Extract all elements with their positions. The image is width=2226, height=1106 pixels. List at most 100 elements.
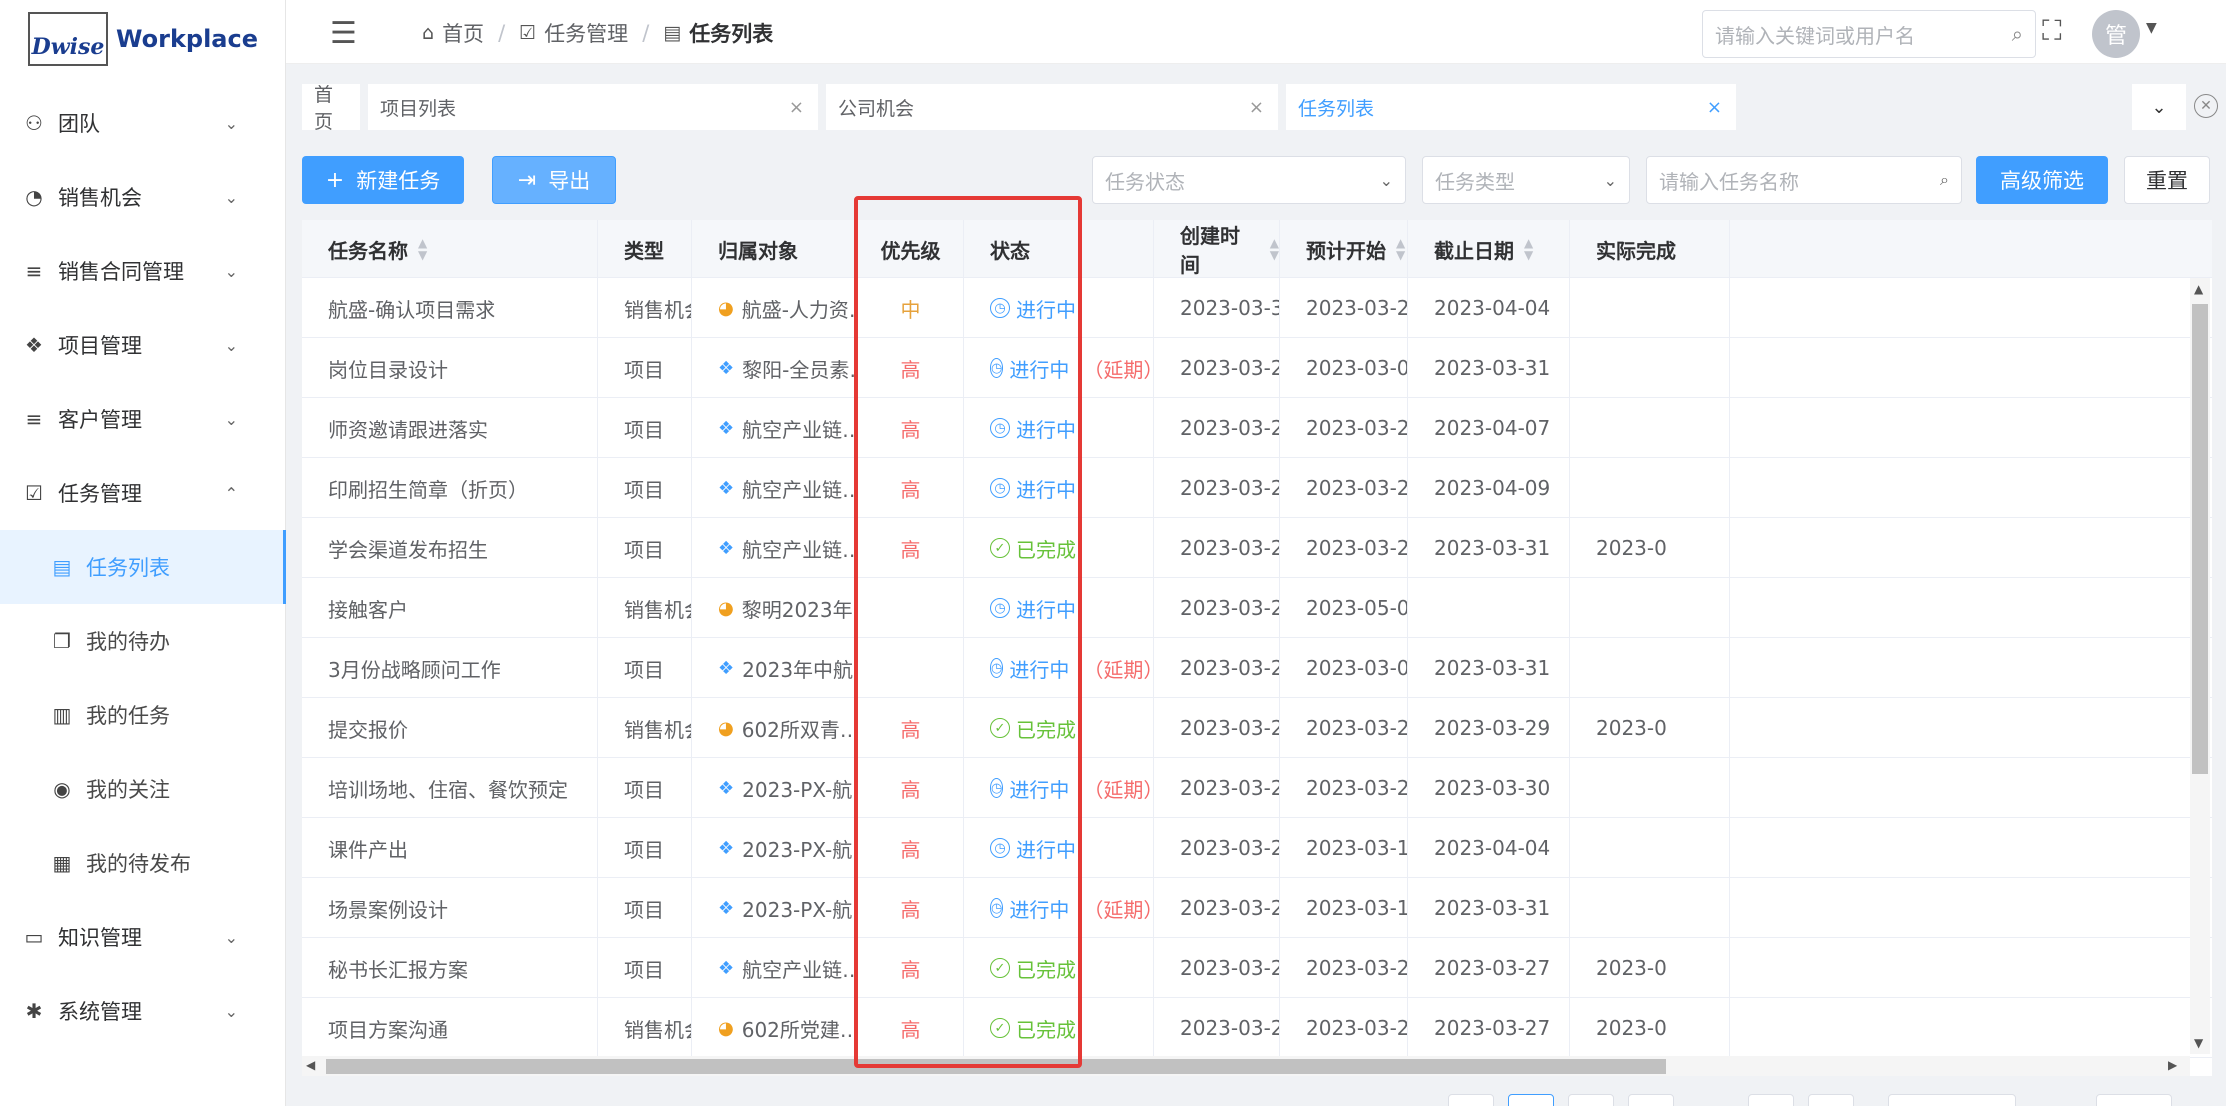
cell-task-name[interactable]: 秘书长汇报方案 [302, 938, 598, 998]
cell-owner-object[interactable]: ❖ 2023-PX-航… [692, 878, 858, 938]
cell-task-name[interactable]: 3月份战略顾问工作 [302, 638, 598, 698]
task-status-select[interactable]: 任务状态 ⌄ [1092, 156, 1406, 204]
tab-task-list[interactable]: 任务列表 × [1286, 84, 1736, 130]
breadcrumb-task-mgmt[interactable]: 任务管理 [544, 18, 628, 48]
tab-company-opportunity[interactable]: 公司机会 × [826, 84, 1278, 130]
cell-owner-object[interactable]: ❖ 航空产业链… [692, 458, 858, 518]
sort-icon[interactable]: ▲ ▼ [1396, 237, 1405, 261]
cell-task-name[interactable]: 培训场地、住宿、餐饮预定 [302, 758, 598, 818]
cell-owner-object[interactable]: ◕ 航盛-人力资… [692, 278, 858, 338]
search-icon[interactable]: ⌕ [2012, 22, 2023, 46]
export-button[interactable]: ⇥ 导出 [492, 156, 616, 204]
sidebar-item[interactable]: ▥ 我的任务 [0, 678, 286, 752]
task-name-input[interactable]: 请输入任务名称 ⌕ [1646, 156, 1962, 204]
search-icon[interactable]: ⌕ [1940, 170, 1949, 190]
vertical-scroll-thumb[interactable] [2192, 304, 2208, 774]
cell-task-name[interactable]: 场景案例设计 [302, 878, 598, 938]
breadcrumb-home[interactable]: 首页 [442, 18, 484, 48]
cell-owner-object[interactable]: ❖ 黎阳-全员素… [692, 338, 858, 398]
close-icon[interactable]: × [789, 97, 804, 118]
chevron-down-icon[interactable]: ⌄ [2132, 84, 2186, 130]
cell-task-name[interactable]: 师资邀请跟进落实 [302, 398, 598, 458]
sidebar-item[interactable]: ≡ 销售合同管理 ⌄ [0, 234, 286, 308]
close-icon[interactable]: × [1249, 97, 1264, 118]
pager-size-select[interactable] [1888, 1094, 2016, 1106]
sidebar-item[interactable]: ◔ 销售机会 ⌄ [0, 160, 286, 234]
advanced-filter-button[interactable]: 高级筛选 [1976, 156, 2108, 204]
table-row[interactable]: 场景案例设计 项目 ❖ 2023-PX-航… 高 ◷进行中 （延期） 2023-03-28 20… [302, 878, 2212, 938]
task-type-select[interactable]: 任务类型 ⌄ [1422, 156, 1630, 204]
cell-task-name[interactable]: 学会渠道发布招生 [302, 518, 598, 578]
cell-task-name[interactable]: 岗位目录设计 [302, 338, 598, 398]
cell-task-name[interactable]: 提交报价 [302, 698, 598, 758]
column-header[interactable]: 创建时间 ▲ ▼ [1154, 220, 1280, 278]
sidebar-item[interactable]: ≡ 客户管理 ⌄ [0, 382, 286, 456]
table-row[interactable]: 培训场地、住宿、餐饮预定 项目 ❖ 2023-PX-航… 高 ◷进行中 （延期） 2023-0… [302, 758, 2212, 818]
column-header[interactable]: 预计开始 ▲ ▼ [1280, 220, 1408, 278]
sidebar-item[interactable]: ⚇ 团队 ⌄ [0, 86, 286, 160]
cell-task-name[interactable]: 课件产出 [302, 818, 598, 878]
tab-project-list[interactable]: 项目列表 × [368, 84, 818, 130]
logo[interactable]: Dwise Workplace [28, 10, 258, 68]
cell-owner-object[interactable]: ❖ 航空产业链… [692, 938, 858, 998]
pager-jump-input[interactable] [2096, 1094, 2172, 1106]
sort-icon[interactable]: ▲ ▼ [418, 237, 427, 261]
reset-button[interactable]: 重置 [2124, 156, 2210, 204]
new-task-button[interactable]: + 新建任务 [302, 156, 464, 204]
table-row[interactable]: 项目方案沟通 销售机会 ◕ 602所党建… 高 ✓ 已完成 2023-03-27 2023-03… [302, 998, 2212, 1058]
cell-owner-object[interactable]: ❖ 2023-PX-航… [692, 758, 858, 818]
cell-owner-object[interactable]: ◕ 黎明2023年… [692, 578, 858, 638]
sidebar-item[interactable]: ✱ 系统管理 ⌄ [0, 974, 286, 1048]
cell-task-name[interactable]: 项目方案沟通 [302, 998, 598, 1058]
tab-home[interactable]: 首页 [302, 84, 360, 133]
table-row[interactable]: 课件产出 项目 ❖ 2023-PX-航… 高 ◷ 进行中 2023-03-28 2023-03-… [302, 818, 2212, 878]
sidebar-item[interactable]: ❖ 项目管理 ⌄ [0, 308, 286, 382]
cell-task-name[interactable]: 印刷招生简章（折页） [302, 458, 598, 518]
scroll-left-icon[interactable]: ◀ [306, 1058, 315, 1072]
close-icon[interactable]: × [1707, 97, 1722, 118]
scroll-right-icon[interactable]: ▶ [2168, 1058, 2177, 1072]
cell-owner-object[interactable]: ❖ 2023年中航… [692, 638, 858, 698]
pager-next[interactable] [1808, 1094, 1854, 1106]
sort-icon[interactable]: ▲ ▼ [1270, 237, 1279, 261]
pager-prev[interactable] [1448, 1094, 1494, 1106]
cell-task-name[interactable]: 接触客户 [302, 578, 598, 638]
sidebar-item[interactable]: ▦ 我的待发布 [0, 826, 286, 900]
column-header[interactable]: 截止日期 ▲ ▼ [1408, 220, 1570, 278]
pager-page[interactable] [1568, 1094, 1614, 1106]
table-row[interactable]: 秘书长汇报方案 项目 ❖ 航空产业链… 高 ✓ 已完成 2023-03-27 2023-03-2… [302, 938, 2212, 998]
sidebar-item[interactable]: ▭ 知识管理 ⌄ [0, 900, 286, 974]
table-row[interactable]: 师资邀请跟进落实 项目 ❖ 航空产业链… 高 ◷ 进行中 2023-03-29 2023-03-… [302, 398, 2212, 458]
sidebar-item[interactable]: ☑ 任务管理 ⌃ [0, 456, 286, 530]
scroll-up-icon[interactable]: ▲ [2194, 282, 2203, 296]
sidebar-item[interactable]: ▤ 任务列表 [0, 530, 286, 604]
table-row[interactable]: 提交报价 销售机会 ◕ 602所双青… 高 ✓ 已完成 2023-03-29 2023-03-2… [302, 698, 2212, 758]
table-row[interactable]: 岗位目录设计 项目 ❖ 黎阳-全员素… 高 ◷进行中 （延期） 2023-03-29 2023-… [302, 338, 2212, 398]
table-row[interactable]: 学会渠道发布招生 项目 ❖ 航空产业链… 高 ✓ 已完成 2023-03-29 2023-03-… [302, 518, 2212, 578]
global-search-input[interactable]: 请输入关键词或用户名 ⌕ [1702, 10, 2036, 58]
cell-owner-object[interactable]: ❖ 航空产业链… [692, 398, 858, 458]
cell-owner-object[interactable]: ◕ 602所双青… [692, 698, 858, 758]
table-row[interactable]: 印刷招生简章（折页） 项目 ❖ 航空产业链… 高 ◷ 进行中 2023-03-29 2023-0… [302, 458, 2212, 518]
sort-icon[interactable]: ▲ ▼ [1524, 237, 1533, 261]
cell-task-name[interactable]: 航盛-确认项目需求 [302, 278, 598, 338]
pager-page[interactable] [1748, 1094, 1794, 1106]
caret-down-icon[interactable]: ▼ [2146, 20, 2157, 36]
cell-owner-object[interactable]: ❖ 航空产业链… [692, 518, 858, 578]
sidebar-item[interactable]: ❐ 我的待办 [0, 604, 286, 678]
horizontal-scroll-thumb[interactable] [326, 1059, 1666, 1074]
column-header[interactable]: 任务名称 ▲ ▼ [302, 220, 598, 278]
pager-page[interactable] [1508, 1094, 1554, 1106]
table-row[interactable]: 航盛-确认项目需求 销售机会 ◕ 航盛-人力资… 中 ◷ 进行中 2023-03-30 2023… [302, 278, 2212, 338]
cell-owner-object[interactable]: ❖ 2023-PX-航… [692, 818, 858, 878]
close-all-icon[interactable]: ✕ [2194, 94, 2218, 118]
cell-owner-object[interactable]: ◕ 602所党建… [692, 998, 858, 1058]
fullscreen-icon[interactable]: ⛶ [2042, 14, 2062, 48]
scroll-down-icon[interactable]: ▼ [2194, 1036, 2203, 1050]
pager-page[interactable] [1628, 1094, 1674, 1106]
table-row[interactable]: 3月份战略顾问工作 项目 ❖ 2023年中航… ◷进行中 （延期） 2023-03-29 20… [302, 638, 2212, 698]
hamburger-icon[interactable]: ☰ [330, 16, 357, 51]
avatar[interactable]: 管 [2092, 10, 2140, 58]
sidebar-item[interactable]: ◉ 我的关注 [0, 752, 286, 826]
table-row[interactable]: 接触客户 销售机会 ◕ 黎明2023年… ◷ 进行中 2023-03-29 2023-05-0… [302, 578, 2212, 638]
